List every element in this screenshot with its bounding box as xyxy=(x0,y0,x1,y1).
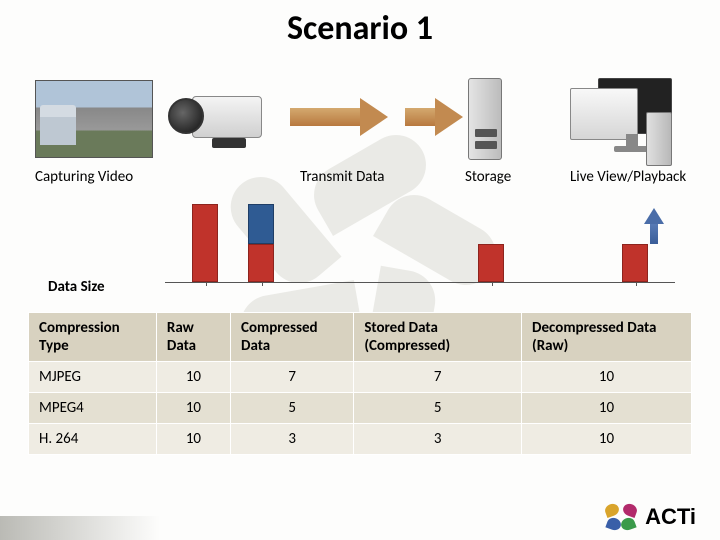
bar-decompressed xyxy=(622,244,648,282)
table-header-row: Compression Type Raw Data Compressed Dat… xyxy=(29,313,692,362)
camera-icon xyxy=(168,88,278,150)
label-storage: Storage xyxy=(465,168,511,186)
th-compressed-data: Compressed Data xyxy=(231,313,354,362)
server-icon xyxy=(468,78,502,160)
cell-decompressed: 10 xyxy=(522,424,692,455)
cell-decompressed: 10 xyxy=(522,362,692,393)
butterfly-icon xyxy=(605,504,637,530)
label-live: Live View/Playback xyxy=(570,168,686,186)
label-capturing: Capturing Video xyxy=(35,168,133,186)
bar-stored xyxy=(478,244,504,282)
table-row: MPEG4 10 5 5 10 xyxy=(29,393,692,424)
th-stored-data: Stored Data (Compressed) xyxy=(354,313,522,362)
cell-stored: 7 xyxy=(354,362,522,393)
data-size-label: Data Size xyxy=(48,278,105,296)
th-compression-type: Compression Type xyxy=(29,313,157,362)
chart-axis xyxy=(165,282,675,283)
slide-title: Scenario 1 xyxy=(0,0,720,49)
cell-compressed: 7 xyxy=(231,362,354,393)
data-size-chart: Data Size xyxy=(0,200,720,310)
compression-table: Compression Type Raw Data Compressed Dat… xyxy=(28,312,692,455)
bar-compressed xyxy=(248,204,274,282)
bar-raw xyxy=(192,204,218,282)
th-raw-data: Raw Data xyxy=(156,313,230,362)
cell-type: MPEG4 xyxy=(29,393,157,424)
decompress-arrow-icon xyxy=(646,208,662,244)
workstation-icon xyxy=(570,78,680,164)
cell-raw: 10 xyxy=(156,424,230,455)
th-decompressed: Decompressed Data (Raw) xyxy=(522,313,692,362)
table-row: H. 264 10 3 3 10 xyxy=(29,424,692,455)
logo-text: ACTi xyxy=(645,504,696,530)
cell-compressed: 3 xyxy=(231,424,354,455)
bottom-gradient-decoration xyxy=(0,516,160,540)
cell-raw: 10 xyxy=(156,393,230,424)
cell-type: H. 264 xyxy=(29,424,157,455)
cell-stored: 5 xyxy=(354,393,522,424)
cell-decompressed: 10 xyxy=(522,393,692,424)
cell-compressed: 5 xyxy=(231,393,354,424)
cell-raw: 10 xyxy=(156,362,230,393)
label-transmit: Transmit Data xyxy=(300,168,384,186)
acti-logo: ACTi xyxy=(605,504,696,530)
cell-stored: 3 xyxy=(354,424,522,455)
arrow-transmit-icon xyxy=(290,102,390,132)
scene-photo xyxy=(35,80,153,158)
table-row: MJPEG 10 7 7 10 xyxy=(29,362,692,393)
cell-type: MJPEG xyxy=(29,362,157,393)
